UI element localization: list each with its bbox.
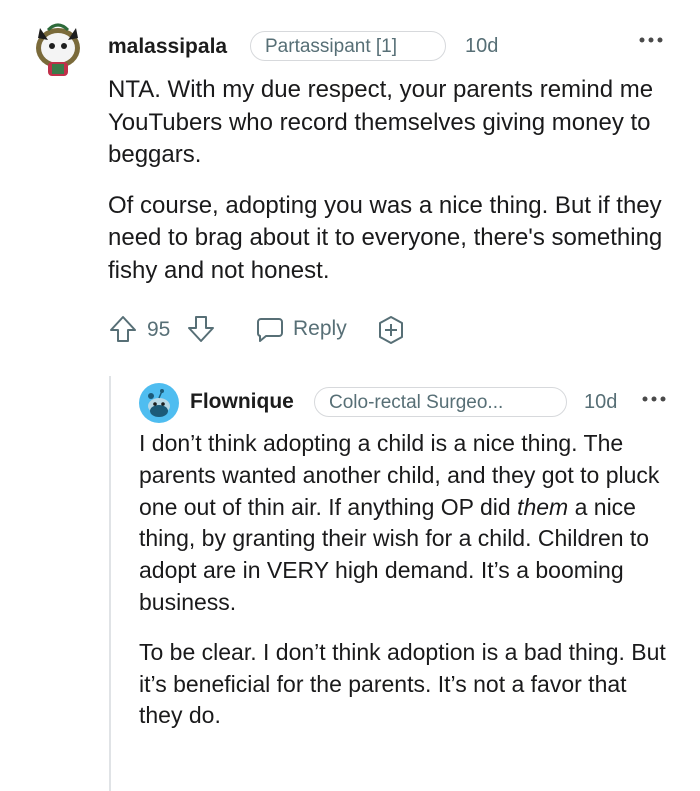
more-options-icon <box>642 396 666 402</box>
thread-line[interactable] <box>109 376 111 791</box>
snoo-avatar-icon <box>36 23 80 76</box>
comment-paragraph: Of course, adopting you was a nice thing… <box>108 191 663 284</box>
reply-paragraph: To be clear. I don’t think adoption is a… <box>139 638 666 729</box>
reply-button[interactable]: Reply <box>255 314 355 346</box>
downvote-button[interactable] <box>186 314 216 344</box>
award-button[interactable] <box>375 314 407 346</box>
reply-label: Reply <box>293 317 347 340</box>
user-flair: Colo-rectal Surgeo... <box>314 387 567 417</box>
comment-body: NTA. With my due respect, your parents r… <box>108 74 678 287</box>
arrow-down-icon <box>188 316 214 342</box>
reply-paragraph: I don’t think adopting a child is a nice… <box>139 428 671 619</box>
reply-emphasis: them <box>517 493 569 520</box>
upvote-button[interactable] <box>108 314 138 344</box>
username[interactable]: Flownique <box>190 390 294 414</box>
timestamp: 10d <box>465 35 499 57</box>
snoo-avatar-icon <box>139 383 179 423</box>
comment-action-bar: 95 Reply <box>108 312 428 346</box>
vote-count: 95 <box>147 318 171 341</box>
username[interactable]: malassipala <box>108 35 227 59</box>
plus-circle-icon <box>379 316 403 344</box>
avatar[interactable] <box>138 382 180 424</box>
speech-bubble-icon <box>257 318 283 342</box>
arrow-up-icon <box>110 316 136 342</box>
avatar[interactable] <box>30 18 86 80</box>
reply-body: I don’t think adopting a child is a nice… <box>139 428 671 732</box>
comment-paragraph: NTA. With my due respect, your parents r… <box>108 76 654 168</box>
timestamp: 10d <box>584 391 618 413</box>
user-flair: Partassipant [1] <box>250 31 446 61</box>
more-options-button[interactable] <box>640 389 668 409</box>
more-options-icon <box>639 37 663 43</box>
more-options-button[interactable] <box>637 30 665 50</box>
